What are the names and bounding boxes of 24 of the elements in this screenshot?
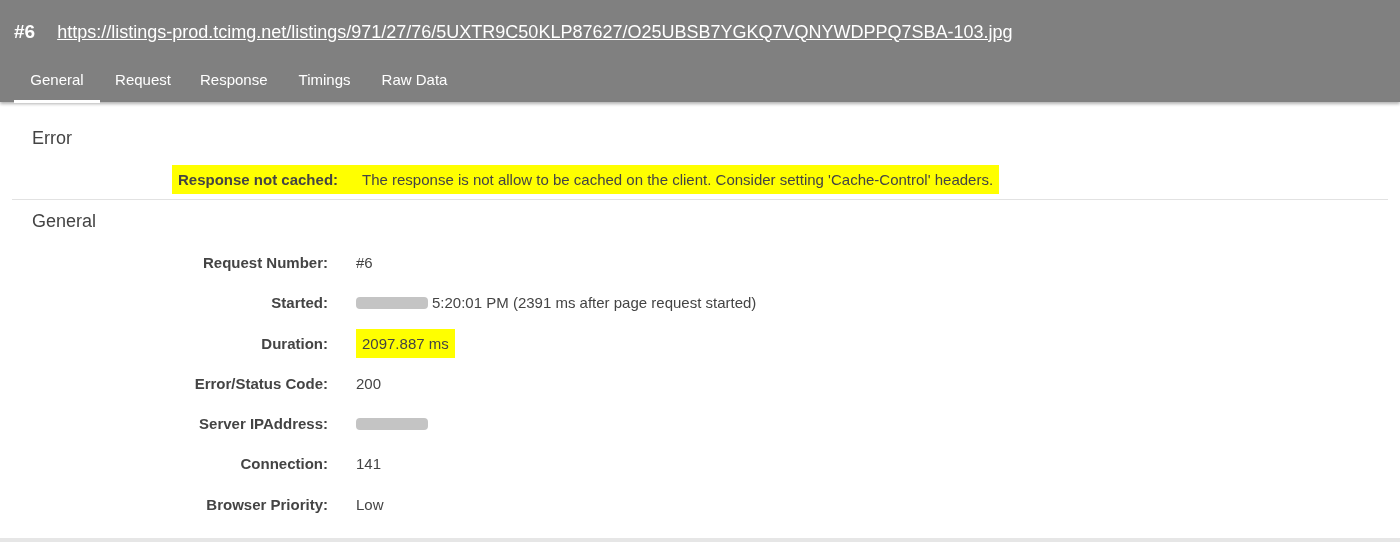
field-value: Low [356,495,384,513]
tab[interactable]: Request [100,57,186,103]
field-label: Request Number: [201,253,329,271]
field-label: Browser Priority: [205,495,329,513]
field-value: The response is not allow to be cached on the client. Consider setting 'Cache-Control' headers. [356,164,1000,194]
tab[interactable]: Response [186,57,282,103]
field-value: 141 [356,455,382,473]
request-url-link[interactable]: https://listings-prod.tcimg.net/listings/971/27/76/5UXTR9C50KLP87627/O25UBSB7YGKQ7VQNYWDPPQ7SBA-103.jpg [57,21,1013,43]
field-value: #6 [356,253,373,271]
section-title: Error [31,128,73,149]
field-label: Duration: [260,334,329,352]
request-number: #6 [14,21,36,43]
field-label: Error/Status Code: [193,374,329,392]
field-label: Started: [270,294,329,312]
field-label: Response not cached: [172,164,356,194]
field-label: Connection: [239,455,329,473]
field-value: 5:20:01 PM (2391 ms after page request started) [432,294,757,312]
field-value: 200 [356,374,382,392]
field-value: 2097.887 ms [356,328,455,358]
section-title: General [31,211,98,233]
tab[interactable]: Timings [281,57,368,103]
tab[interactable]: General [14,57,100,103]
tab[interactable]: Raw Data [367,57,462,103]
field-label: Server IPAddress: [198,415,329,433]
